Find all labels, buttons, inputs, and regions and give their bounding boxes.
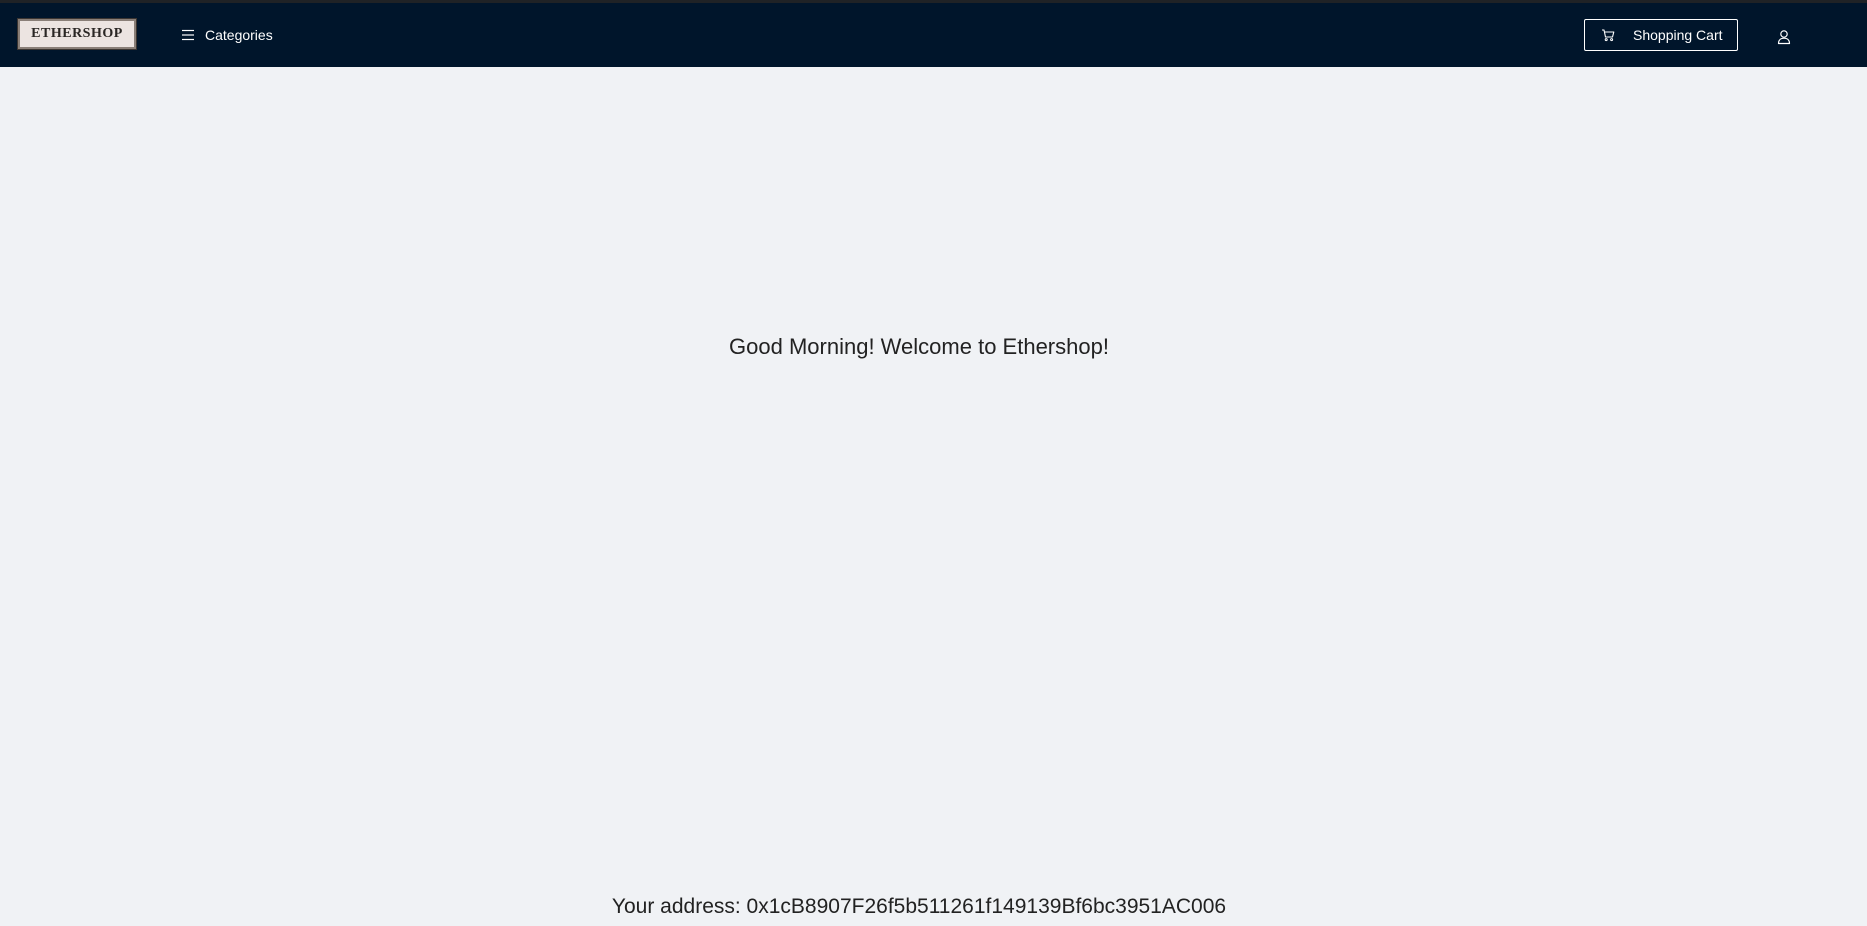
user-icon[interactable] — [1776, 29, 1792, 45]
categories-label: Categories — [205, 27, 273, 43]
shopping-cart-label: Shopping Cart — [1633, 27, 1723, 43]
wallet-address: Your address: 0x1cB8907F26f5b511261f1491… — [611, 895, 1227, 918]
ethershop-logo[interactable]: ETHERSHOP — [17, 18, 137, 50]
shopping-cart-icon — [1602, 29, 1615, 42]
shopping-cart-button[interactable]: Shopping Cart — [1584, 19, 1738, 51]
welcome-message: Good Morning! Welcome to Ethershop! — [729, 334, 1109, 359]
top-navbar: ETHERSHOP Categories Shopping Cart — [0, 3, 1867, 67]
categories-menu-button[interactable]: Categories — [181, 27, 273, 43]
logo-text: ETHERSHOP — [31, 26, 123, 41]
menu-icon — [182, 29, 194, 41]
